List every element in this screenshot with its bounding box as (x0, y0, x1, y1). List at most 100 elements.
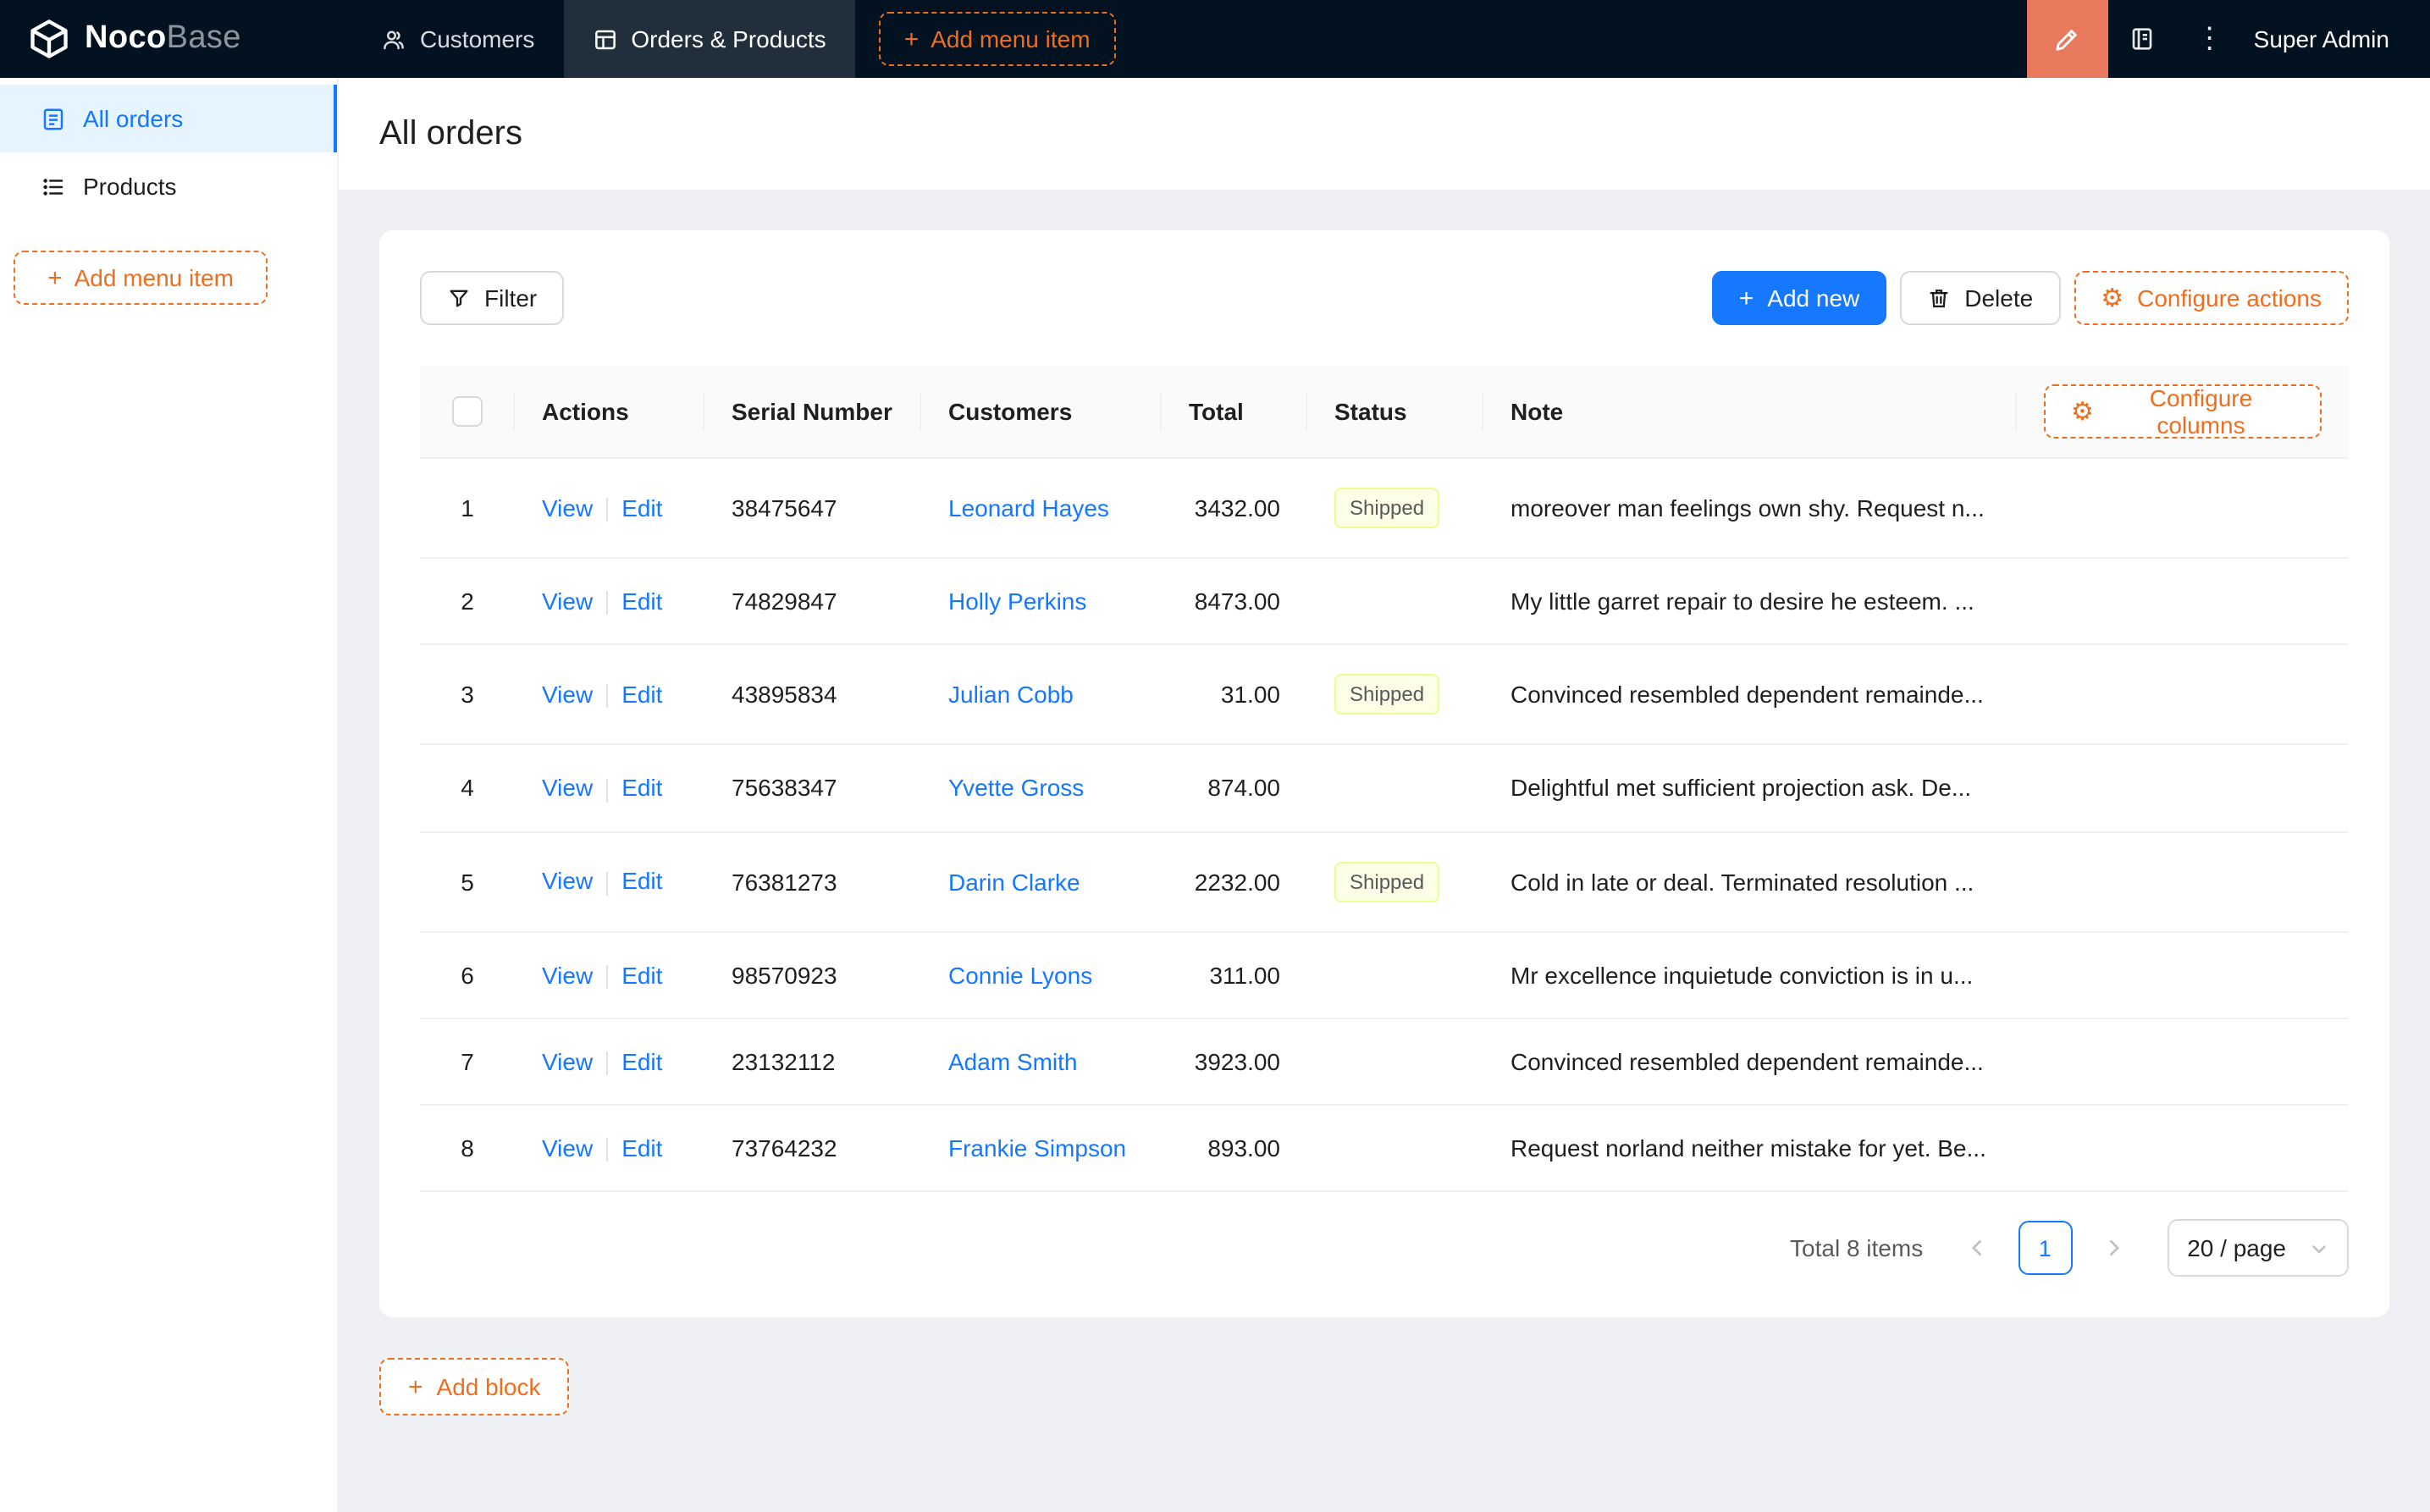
row-index: 3 (420, 646, 515, 746)
view-link[interactable]: View (542, 1134, 593, 1162)
orders-products-icon (592, 26, 617, 52)
total-cell: 31.00 (1162, 646, 1307, 746)
view-link[interactable]: View (542, 1048, 593, 1075)
edit-link[interactable]: Edit (621, 1134, 662, 1162)
edit-link[interactable]: Edit (621, 1048, 662, 1075)
logo-text-light: Base (166, 20, 241, 56)
column-header-note: Note (1483, 366, 2017, 459)
view-link[interactable]: View (542, 868, 593, 895)
customer-link[interactable]: Connie Lyons (948, 961, 1092, 988)
next-page-button[interactable] (2085, 1222, 2140, 1276)
edit-link[interactable]: Edit (621, 868, 662, 895)
menu-item-orders-products[interactable]: Orders & Products (563, 0, 855, 78)
divider (606, 1051, 609, 1076)
page-number-button[interactable]: 1 (2018, 1221, 2073, 1276)
menu-item-customers[interactable]: Customers (352, 0, 563, 78)
empty-cell (2017, 746, 2349, 833)
orders-file-icon (41, 106, 66, 131)
menu-item-label: Orders & Products (631, 25, 826, 52)
edit-link[interactable]: Edit (621, 588, 662, 615)
row-actions: View Edit (515, 1019, 704, 1106)
add-block-button[interactable]: + Add block (379, 1358, 570, 1416)
add-menu-item-label: Add menu item (931, 25, 1091, 52)
customer-link[interactable]: Darin Clarke (948, 868, 1080, 895)
sidebar-item-products[interactable]: Products (0, 152, 337, 220)
page-size-value: 20 / page (2187, 1234, 2286, 1262)
nocobase-logo[interactable]: NocoBase (0, 0, 352, 78)
customer-link[interactable]: Yvette Gross (948, 775, 1084, 802)
customer-link[interactable]: Julian Cobb (948, 682, 1074, 709)
configure-columns-button[interactable]: ⚙ Configure columns (2044, 384, 2322, 439)
serial-number-cell: 75638347 (704, 746, 921, 833)
gear-icon: ⚙ (2071, 397, 2094, 426)
customer-link[interactable]: Leonard Hayes (948, 494, 1109, 521)
note-cell: Mr excellence inquietude conviction is i… (1483, 932, 2017, 1019)
customer-link[interactable]: Holly Perkins (948, 588, 1086, 615)
empty-cell (2017, 459, 2349, 559)
plus-icon: + (47, 263, 63, 292)
customer-link[interactable]: Frankie Simpson (948, 1135, 1126, 1162)
edit-link[interactable]: Edit (621, 494, 662, 521)
note-cell: My little garret repair to desire he est… (1483, 559, 2017, 646)
table-row: 4 View Edit 75638347 Yvette Gross 874.00 … (420, 746, 2349, 833)
total-cell: 3923.00 (1162, 1019, 1307, 1106)
ui-editor-button[interactable] (2026, 0, 2108, 78)
divider (606, 498, 609, 522)
edit-link[interactable]: Edit (621, 961, 662, 988)
sidebar-item-all-orders[interactable]: All orders (0, 85, 337, 152)
view-link[interactable]: View (542, 961, 593, 988)
configure-actions-button[interactable]: ⚙ Configure actions (2074, 271, 2349, 325)
gear-icon: ⚙ (2101, 284, 2124, 312)
page-size-select[interactable]: 20 / page (2167, 1219, 2349, 1277)
view-link[interactable]: View (542, 681, 593, 708)
page-header: All orders (339, 78, 2430, 190)
row-actions: View Edit (515, 746, 704, 833)
delete-button[interactable]: Delete (1900, 271, 2061, 325)
status-cell: Shipped (1307, 646, 1483, 746)
total-cell: 3432.00 (1162, 459, 1307, 559)
view-link[interactable]: View (542, 775, 593, 802)
customer-cell: Holly Perkins (921, 559, 1162, 646)
customer-link[interactable]: Adam Smith (948, 1048, 1078, 1075)
prev-page-button[interactable] (1950, 1222, 2004, 1276)
more-menu-button[interactable]: ⋮ (2176, 0, 2244, 78)
customers-icon (381, 26, 406, 52)
navbar-right: ⋮ Super Admin (2026, 0, 2430, 78)
navbar-add-menu-item-button[interactable]: + Add menu item (878, 12, 1116, 66)
row-actions: View Edit (515, 832, 704, 933)
filter-button[interactable]: Filter (420, 271, 565, 325)
add-menu-item-label: Add menu item (74, 264, 234, 291)
serial-number-cell: 43895834 (704, 646, 921, 746)
status-cell: Shipped (1307, 459, 1483, 559)
empty-cell (2017, 832, 2349, 933)
view-link[interactable]: View (542, 588, 593, 615)
edit-link[interactable]: Edit (621, 775, 662, 802)
select-all-checkbox[interactable] (452, 396, 483, 428)
page-title: All orders (379, 114, 522, 152)
status-cell (1307, 1019, 1483, 1106)
status-tag: Shipped (1334, 674, 1440, 715)
total-cell: 874.00 (1162, 746, 1307, 833)
table-toolbar: Filter + Add new Delete ⚙ Configure acti… (420, 271, 2349, 325)
edit-link[interactable]: Edit (621, 681, 662, 708)
main-area: All orders Filter + Add new Delete ⚙ Con… (339, 78, 2430, 1512)
docs-button[interactable] (2108, 0, 2176, 78)
status-cell (1307, 559, 1483, 646)
column-header-customers: Customers (921, 366, 1162, 459)
chevron-right-icon (2102, 1239, 2123, 1259)
view-link[interactable]: View (542, 494, 593, 521)
column-header-actions: Actions (515, 366, 704, 459)
pen-icon (2053, 25, 2082, 53)
serial-number-cell: 38475647 (704, 459, 921, 559)
note-cell: moreover man feelings own shy. Request n… (1483, 459, 2017, 559)
divider (606, 871, 609, 896)
column-header-status: Status (1307, 366, 1483, 459)
empty-cell (2017, 559, 2349, 646)
sidebar-add-menu-item-button[interactable]: + Add menu item (14, 251, 268, 305)
table-row: 5 View Edit 76381273 Darin Clarke 2232.00… (420, 832, 2349, 933)
user-menu[interactable]: Super Admin (2254, 25, 2389, 52)
filter-label: Filter (484, 284, 538, 312)
divider (606, 684, 609, 709)
orders-table: Actions Serial Number Customers Total St… (420, 366, 2349, 1193)
add-new-button[interactable]: + Add new (1711, 271, 1887, 325)
